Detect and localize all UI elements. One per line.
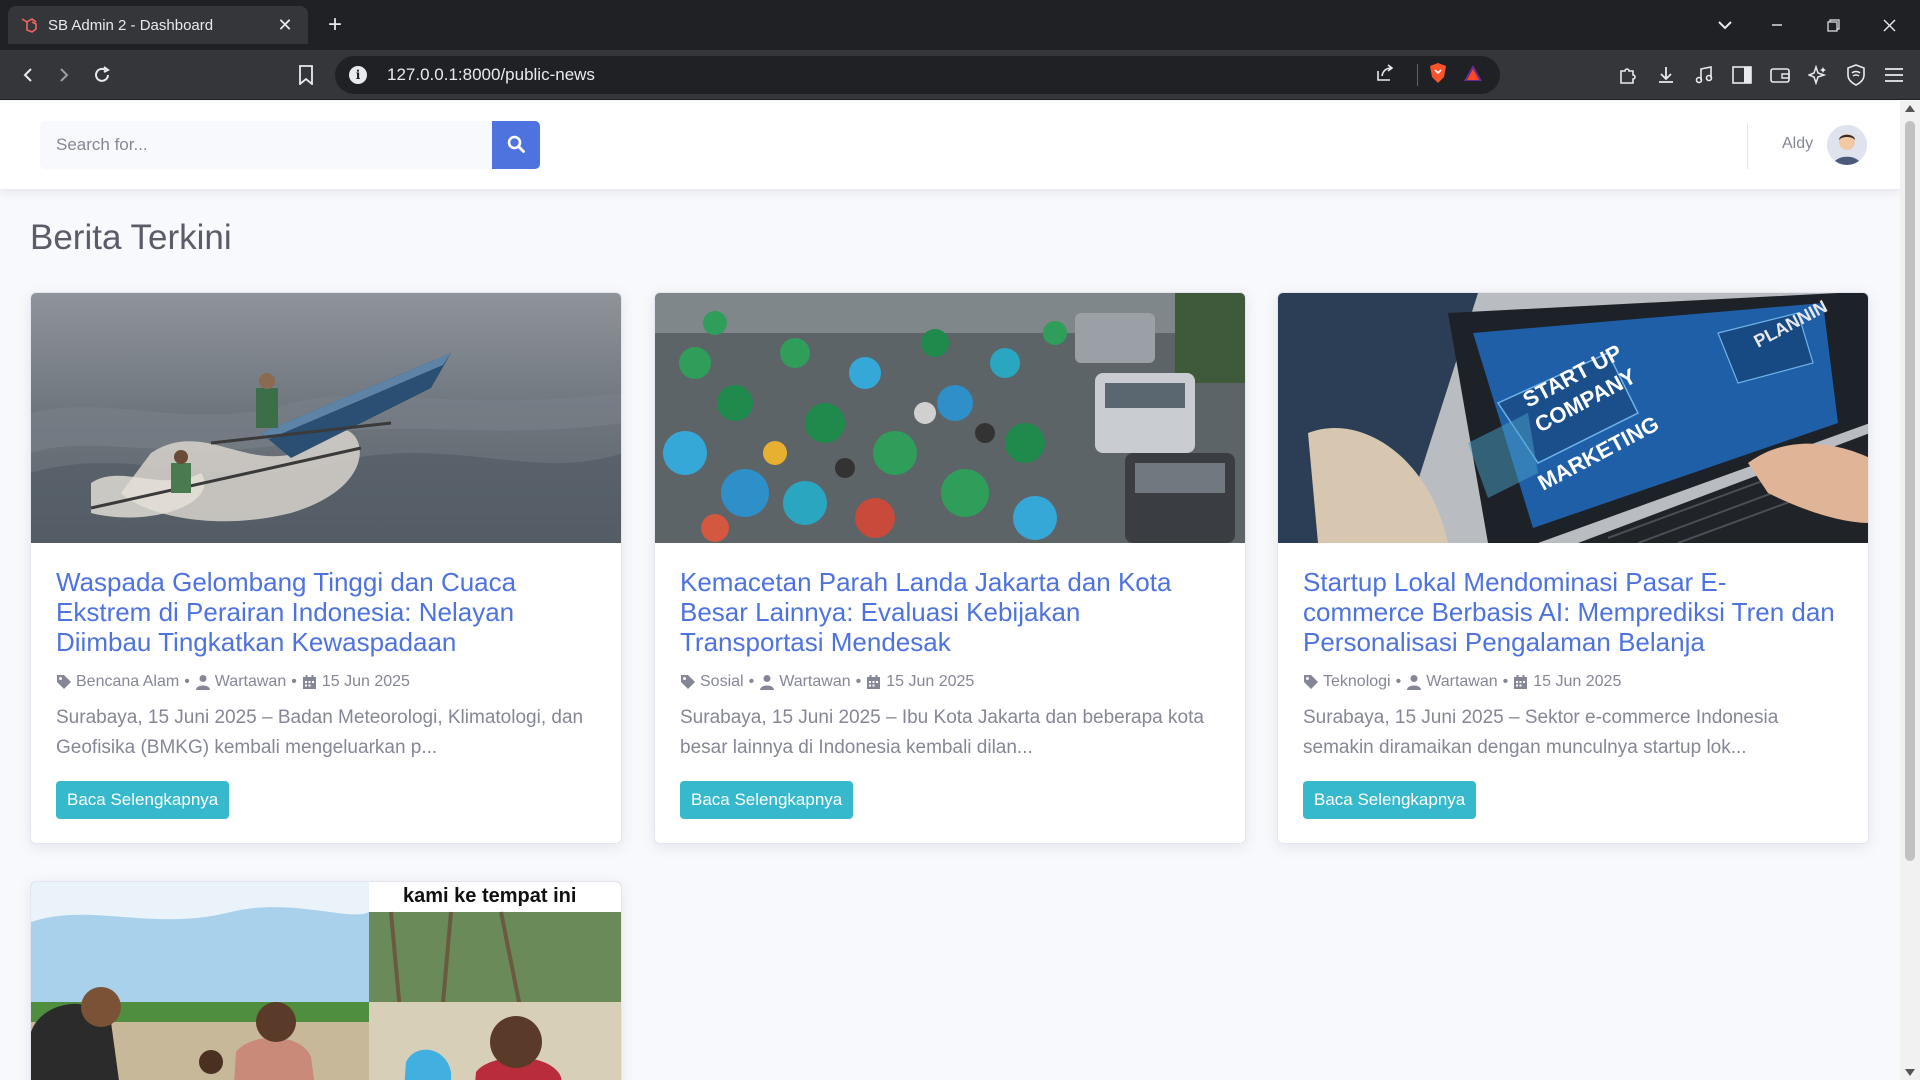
- close-window-button[interactable]: [1866, 0, 1912, 50]
- media-icon[interactable]: [1690, 61, 1718, 89]
- scroll-down-icon[interactable]: [1905, 1069, 1915, 1076]
- news-category: Teknologi: [1323, 673, 1391, 690]
- leo-ai-icon[interactable]: [1804, 61, 1832, 89]
- bookmark-icon[interactable]: [292, 61, 320, 89]
- meta-separator: •: [1395, 673, 1402, 690]
- news-image-boat[interactable]: [31, 293, 621, 543]
- download-icon[interactable]: [1652, 61, 1680, 89]
- scrollbar-thumb[interactable]: [1905, 121, 1915, 861]
- news-title[interactable]: Kemacetan Parah Landa Jakarta dan Kota B…: [680, 567, 1220, 657]
- news-date: 15 Jun 2025: [886, 673, 975, 690]
- calendar-icon: [866, 674, 882, 690]
- forward-icon[interactable]: [50, 61, 78, 89]
- wallet-icon[interactable]: [1766, 61, 1794, 89]
- tag-icon: [1303, 674, 1319, 690]
- brave-shields-icon[interactable]: [1428, 62, 1448, 89]
- search-icon: [507, 135, 525, 156]
- news-card: kami ke tempat ini "LIMA PULUH": [30, 881, 622, 1080]
- read-more-button[interactable]: Baca Selengkapnya: [680, 781, 854, 819]
- calendar-icon: [302, 674, 318, 690]
- page-scrollbar[interactable]: [1900, 101, 1920, 1080]
- url-text: 127.0.0.1:8000/public-news: [387, 65, 595, 84]
- tab-search-icon[interactable]: [1702, 0, 1748, 50]
- restore-button[interactable]: [1810, 0, 1856, 50]
- topbar: Aldy: [0, 101, 1900, 189]
- search-input[interactable]: [40, 121, 492, 169]
- meta-separator: •: [184, 673, 190, 690]
- news-meta: Sosial • Wartawan • 15 Jun 2025: [680, 673, 1220, 691]
- close-tab-icon[interactable]: ✕: [274, 15, 296, 36]
- brave-rewards-icon[interactable]: [1463, 64, 1483, 87]
- reload-icon[interactable]: [88, 61, 116, 89]
- news-date: 15 Jun 2025: [1533, 673, 1622, 690]
- address-bar[interactable]: i 127.0.0.1:8000/public-news: [335, 56, 1500, 94]
- menu-icon[interactable]: [1880, 61, 1908, 89]
- image-caption-top: kami ke tempat ini: [403, 885, 576, 907]
- sidebar-icon[interactable]: [1728, 61, 1756, 89]
- news-image-laptop[interactable]: START UP COMPANY MARKETING PLANNIN: [1278, 293, 1868, 543]
- topbar-divider: [1747, 123, 1748, 169]
- news-image-traffic[interactable]: [655, 293, 1245, 543]
- user-icon: [195, 674, 211, 690]
- page-content: Aldy Berita Terkini: [0, 101, 1900, 1080]
- share-icon[interactable]: [1375, 63, 1395, 88]
- browser-tab[interactable]: SB Admin 2 - Dashboard ✕: [8, 6, 308, 44]
- news-author: Wartawan: [1426, 673, 1498, 690]
- news-excerpt: Surabaya, 15 Juni 2025 – Badan Meteorolo…: [56, 707, 584, 758]
- scroll-up-icon[interactable]: [1905, 105, 1915, 112]
- back-icon[interactable]: [14, 61, 42, 89]
- user-name[interactable]: Aldy: [1782, 135, 1813, 153]
- site-info-icon[interactable]: i: [349, 66, 367, 84]
- user-icon: [759, 674, 775, 690]
- page-title: Berita Terkini: [30, 218, 232, 257]
- tag-icon: [56, 674, 72, 690]
- news-card: Waspada Gelombang Tinggi dan Cuaca Ekstr…: [30, 292, 622, 844]
- news-category: Bencana Alam: [76, 673, 180, 690]
- new-tab-button[interactable]: +: [320, 10, 350, 40]
- news-excerpt: Surabaya, 15 Juni 2025 – Sektor e-commer…: [1303, 707, 1779, 758]
- news-meta: Bencana Alam • Wartawan • 15 Jun 2025: [56, 673, 596, 691]
- news-title[interactable]: Startup Lokal Mendominasi Pasar E-commer…: [1303, 567, 1843, 657]
- laravel-icon: [20, 16, 38, 34]
- news-card: START UP COMPANY MARKETING PLANNIN Start…: [1277, 292, 1869, 844]
- news-title[interactable]: Waspada Gelombang Tinggi dan Cuaca Ekstr…: [56, 567, 596, 657]
- search-button[interactable]: [492, 121, 540, 169]
- tag-icon: [680, 674, 696, 690]
- calendar-icon: [1513, 674, 1529, 690]
- extensions-icon[interactable]: [1614, 61, 1642, 89]
- news-excerpt: Surabaya, 15 Juni 2025 – Ibu Kota Jakart…: [680, 707, 1204, 758]
- vpn-icon[interactable]: [1842, 61, 1870, 89]
- user-icon: [1406, 674, 1422, 690]
- news-author: Wartawan: [214, 673, 287, 690]
- news-meta: Teknologi • Wartawan • 15 Jun 2025: [1303, 673, 1843, 691]
- news-image-beach[interactable]: kami ke tempat ini "LIMA PULUH": [31, 882, 621, 1080]
- browser-toolbar: i 127.0.0.1:8000/public-news: [0, 50, 1920, 100]
- browser-tab-bar: SB Admin 2 - Dashboard ✕ +: [0, 0, 1920, 50]
- minimize-button[interactable]: [1754, 0, 1800, 50]
- meta-separator: •: [291, 673, 297, 690]
- news-author: Wartawan: [779, 673, 851, 690]
- tab-title: SB Admin 2 - Dashboard: [48, 16, 214, 34]
- read-more-button[interactable]: Baca Selengkapnya: [56, 781, 230, 819]
- news-card: Kemacetan Parah Landa Jakarta dan Kota B…: [654, 292, 1246, 844]
- news-date: 15 Jun 2025: [321, 673, 410, 690]
- news-category: Sosial: [700, 673, 744, 690]
- read-more-button[interactable]: Baca Selengkapnya: [1303, 781, 1477, 819]
- meta-separator: •: [1502, 673, 1509, 690]
- avatar[interactable]: [1827, 125, 1867, 165]
- meta-separator: •: [748, 673, 755, 690]
- meta-separator: •: [855, 673, 862, 690]
